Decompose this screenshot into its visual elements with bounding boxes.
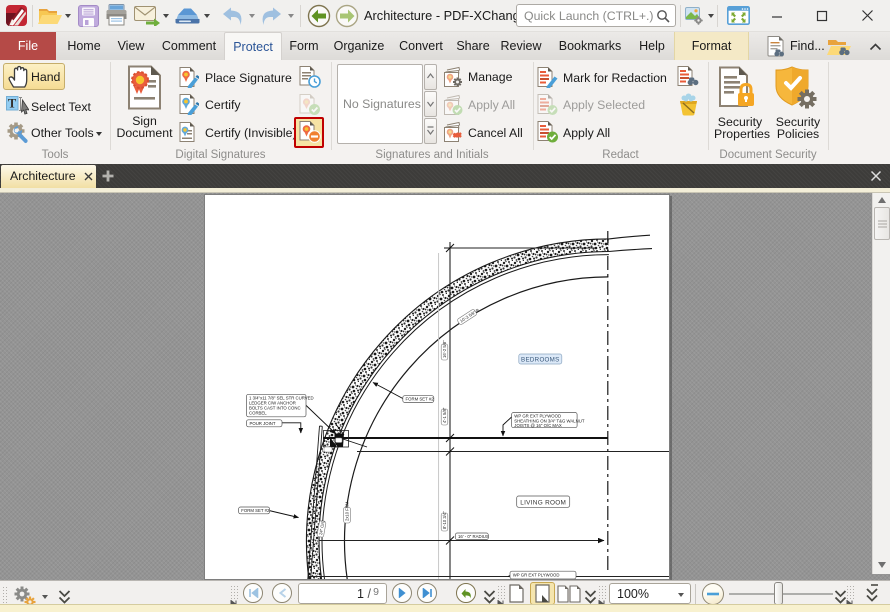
svg-text:LIVING ROOM: LIVING ROOM bbox=[520, 499, 566, 506]
svg-text:T: T bbox=[8, 97, 17, 111]
svg-text:POUR JOINT: POUR JOINT bbox=[250, 421, 276, 426]
svg-text:FORM SET #2: FORM SET #2 bbox=[406, 397, 435, 402]
svg-text:16'-2 5/8": 16'-2 5/8" bbox=[442, 340, 447, 358]
svg-text:4'-1 5/8": 4'-1 5/8" bbox=[442, 407, 447, 423]
svg-text:WP GR EXT PLYWOOD: WP GR EXT PLYWOOD bbox=[513, 572, 560, 577]
svg-text:10'-3 5/8" R: 10'-3 5/8" R bbox=[459, 307, 480, 323]
svg-text:2x10 FRM: 2x10 FRM bbox=[345, 501, 350, 521]
svg-text:BEDROOMS: BEDROOMS bbox=[521, 356, 560, 363]
svg-text:JOISTS @ 16" O/C MAX: JOISTS @ 16" O/C MAX bbox=[514, 423, 562, 428]
svg-text:8'-10 3/4": 8'-10 3/4" bbox=[442, 511, 447, 529]
svg-text:16' - 0" RADIUS: 16' - 0" RADIUS bbox=[458, 534, 489, 539]
svg-text:CORBEL: CORBEL bbox=[249, 411, 267, 416]
svg-text:FORM SET #2: FORM SET #2 bbox=[241, 508, 270, 513]
